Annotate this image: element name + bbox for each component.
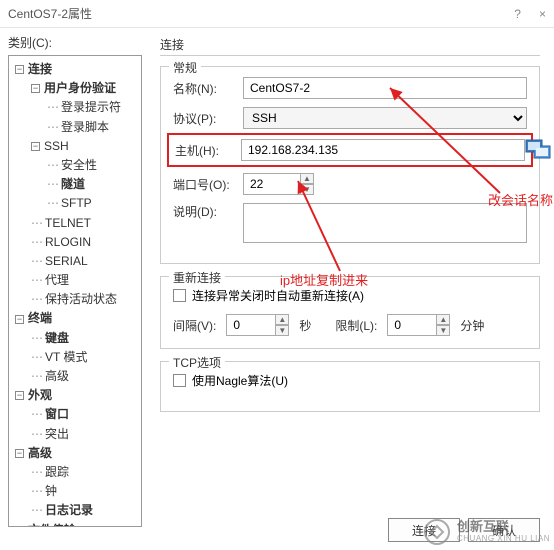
divider	[160, 55, 540, 56]
tree-proxy[interactable]: ⋯代理	[11, 271, 139, 290]
collapse-icon[interactable]: −	[15, 449, 24, 458]
nagle-label: 使用Nagle算法(U)	[192, 372, 288, 389]
interval-label: 间隔(V):	[173, 317, 216, 334]
watermark-logo-icon	[423, 518, 451, 546]
interval-down-icon[interactable]: ▼	[275, 325, 289, 336]
tree-appearance[interactable]: −外观	[11, 386, 139, 405]
host-input[interactable]	[241, 139, 525, 161]
section-connect-label: 连接	[160, 36, 540, 53]
port-label: 端口号(O):	[173, 176, 243, 193]
tree-telnet[interactable]: ⋯TELNET	[11, 214, 139, 233]
tree-vtmode[interactable]: ⋯VT 模式	[11, 348, 139, 367]
collapse-icon[interactable]: −	[15, 315, 24, 324]
collapse-icon[interactable]: −	[15, 526, 24, 527]
watermark-text-en: CHUANG XIN HU LIAN	[457, 535, 550, 544]
tree-logging[interactable]: ⋯日志记录	[11, 501, 139, 520]
category-label: 类别(C):	[8, 34, 142, 51]
tree-highlight[interactable]: ⋯突出	[11, 425, 139, 444]
limit-label: 限制(L):	[335, 317, 377, 334]
watermark-text-cn: 创新互联	[457, 520, 550, 534]
tree-trace[interactable]: ⋯跟踪	[11, 463, 139, 482]
host-highlight-box: 主机(H):	[167, 133, 533, 167]
host-label: 主机(H):	[175, 142, 241, 159]
tree-login-prompt[interactable]: ⋯登录提示符	[11, 98, 139, 117]
general-fieldset: 常规 名称(N): 协议(P): SSH 主机(H): 端口号(O): ▲	[160, 66, 540, 264]
general-legend: 常规	[169, 59, 201, 76]
name-label: 名称(N):	[173, 80, 243, 97]
reconnect-legend: 重新连接	[169, 269, 225, 286]
interval-unit: 秒	[299, 317, 311, 334]
tree-advanced2[interactable]: −高级	[11, 444, 139, 463]
tree-login-script[interactable]: ⋯登录脚本	[11, 118, 139, 137]
watermark: 创新互联 CHUANG XIN HU LIAN	[423, 518, 550, 546]
reconnect-fieldset: 重新连接 连接异常关闭时自动重新连接(A) 间隔(V): ▲ ▼ 秒 限制(L)…	[160, 276, 540, 349]
interval-input[interactable]	[226, 314, 276, 336]
tree-connect[interactable]: −连接	[11, 60, 139, 79]
auto-reconnect-label: 连接异常关闭时自动重新连接(A)	[192, 287, 364, 304]
window-title: CentOS7-2属性	[8, 5, 514, 22]
collapse-icon[interactable]: −	[31, 142, 40, 151]
limit-input[interactable]	[387, 314, 437, 336]
interval-up-icon[interactable]: ▲	[275, 314, 289, 325]
limit-down-icon[interactable]: ▼	[436, 325, 450, 336]
window-controls: ? ×	[514, 7, 546, 21]
name-input[interactable]	[243, 77, 527, 99]
tree-bell[interactable]: ⋯钟	[11, 482, 139, 501]
tree-user-auth[interactable]: −用户身份验证	[11, 79, 139, 98]
protocol-select[interactable]: SSH	[243, 107, 527, 129]
tree-keepalive[interactable]: ⋯保持活动状态	[11, 290, 139, 309]
collapse-icon[interactable]: −	[15, 391, 24, 400]
tree-window[interactable]: ⋯窗口	[11, 405, 139, 424]
tree-terminal[interactable]: −终端	[11, 309, 139, 328]
help-button[interactable]: ?	[514, 7, 521, 21]
limit-up-icon[interactable]: ▲	[436, 314, 450, 325]
tcp-legend: TCP选项	[169, 354, 225, 371]
tree-security[interactable]: ⋯安全性	[11, 156, 139, 175]
collapse-icon[interactable]: −	[31, 84, 40, 93]
collapse-icon[interactable]: −	[15, 65, 24, 74]
tree-serial[interactable]: ⋯SERIAL	[11, 252, 139, 271]
desc-textarea[interactable]	[243, 203, 527, 243]
port-down-icon[interactable]: ▼	[300, 184, 314, 195]
auto-reconnect-checkbox[interactable]	[173, 289, 186, 302]
desc-label: 说明(D):	[173, 203, 243, 220]
tree-rlogin[interactable]: ⋯RLOGIN	[11, 233, 139, 252]
tree-sftp[interactable]: ⋯SFTP	[11, 194, 139, 213]
tree-keyboard[interactable]: ⋯键盘	[11, 329, 139, 348]
close-button[interactable]: ×	[539, 7, 546, 21]
tree-advanced1[interactable]: ⋯高级	[11, 367, 139, 386]
port-input[interactable]	[243, 173, 301, 195]
tree-tunnel[interactable]: ⋯隧道	[11, 175, 139, 194]
category-tree[interactable]: −连接 −用户身份验证 ⋯登录提示符 ⋯登录脚本 −SSH ⋯安全性 ⋯隧道 ⋯…	[8, 55, 142, 527]
tree-ssh[interactable]: −SSH	[11, 137, 139, 156]
protocol-label: 协议(P):	[173, 110, 243, 127]
tcp-fieldset: TCP选项 使用Nagle算法(U)	[160, 361, 540, 412]
titlebar: CentOS7-2属性 ? ×	[0, 0, 554, 28]
nagle-checkbox[interactable]	[173, 374, 186, 387]
tree-filetransfer[interactable]: −文件传输	[11, 521, 139, 528]
limit-unit: 分钟	[460, 317, 484, 334]
port-up-icon[interactable]: ▲	[300, 173, 314, 184]
monitors-icon	[524, 138, 552, 164]
